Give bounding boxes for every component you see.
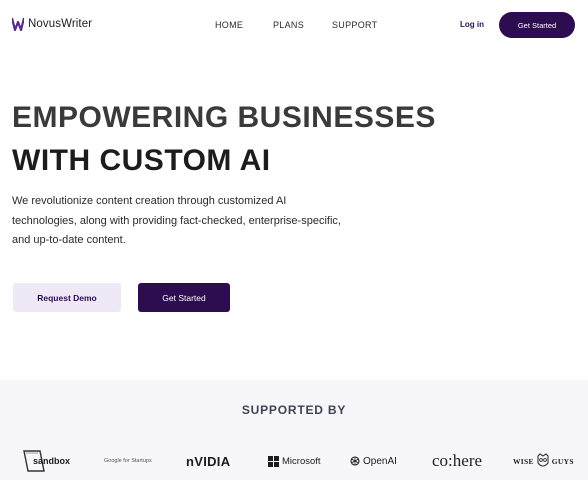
microsoft-logo: Microsoft <box>268 444 321 478</box>
top-navigation: NovusWriter HOME PLANS SUPPORT Log in Ge… <box>0 0 588 50</box>
nav-home-link[interactable]: HOME <box>215 20 243 30</box>
sandbox-wordmark: sandbox <box>33 456 71 466</box>
hero-title: EMPOWERING BUSINESSES WITH CUSTOM AI <box>12 96 436 182</box>
nav-support-link[interactable]: SUPPORT <box>332 20 377 30</box>
cohere-logo: co:here <box>432 444 482 478</box>
google-for-startups-wordmark: Google for Startups <box>104 458 152 464</box>
header-get-started-button[interactable]: Get Started <box>499 12 575 38</box>
nvidia-wordmark: nVIDIA <box>186 453 231 469</box>
nav-plans-link[interactable]: PLANS <box>273 20 304 30</box>
openai-wordmark: OpenAI <box>363 455 397 467</box>
get-started-button[interactable]: Get Started <box>138 283 230 312</box>
login-link[interactable]: Log in <box>460 20 484 29</box>
owl-icon <box>537 453 549 467</box>
hero-title-line-1: EMPOWERING BUSINESSES <box>12 101 436 134</box>
google-for-startups-logo: Google for Startups <box>104 444 152 478</box>
openai-logo: OpenAI <box>350 444 397 478</box>
nvidia-logo: nVIDIA <box>186 444 230 478</box>
hero-title-line-2: WITH CUSTOM AI <box>12 144 271 177</box>
microsoft-grid-icon <box>268 455 279 467</box>
cohere-wordmark: co:here <box>432 451 483 470</box>
guys-wordmark: GUYS <box>551 456 574 466</box>
microsoft-wordmark: Microsoft <box>282 455 321 467</box>
wise-guys-logo: WISE GUYS <box>513 444 574 478</box>
request-demo-button[interactable]: Request Demo <box>13 283 121 312</box>
openai-knot-icon <box>350 456 360 466</box>
hero-description: We revolutionize content creation throug… <box>12 195 341 246</box>
supported-by-section: SUPPORTED BY sandbox Google for Startups… <box>0 380 588 480</box>
supported-by-title: SUPPORTED BY <box>241 403 347 417</box>
wise-wordmark: WISE <box>513 456 534 466</box>
partner-logos: sandbox Google for Startups nVIDIA Micro… <box>0 444 588 478</box>
sandbox-logo: sandbox <box>23 444 70 478</box>
